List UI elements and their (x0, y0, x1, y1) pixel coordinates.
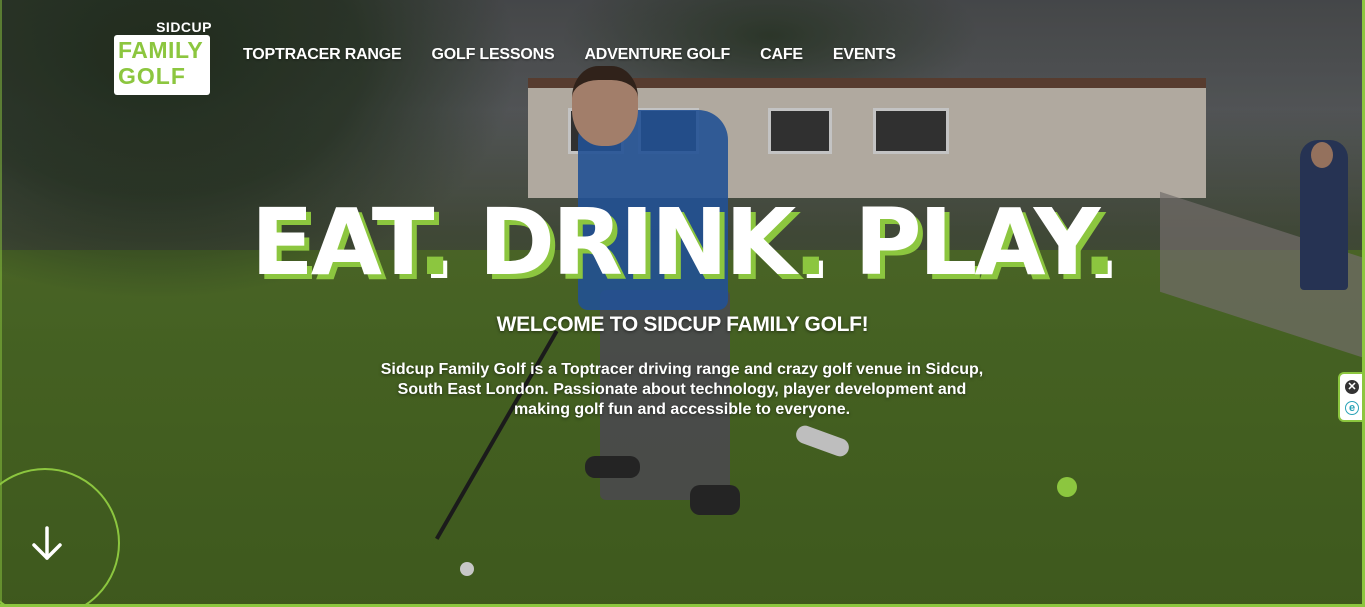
arrow-down-icon[interactable] (30, 524, 64, 564)
nav-item-adventure-golf[interactable]: ADVENTURE GOLF (584, 46, 730, 64)
nav-item-cafe[interactable]: CAFE (760, 46, 803, 64)
welcome-heading: WELCOME TO SIDCUP FAMILY GOLF! (496, 313, 869, 336)
nav-item-toptracer-range[interactable]: TOPTRACER RANGE (243, 46, 402, 64)
decorative-dot (1057, 477, 1077, 497)
hero-headline: EAT. DRINK. PLAY. (0, 188, 1365, 298)
close-icon[interactable]: ✕ (1345, 380, 1359, 394)
headline-word-play: PLAY (854, 189, 1085, 296)
logo-sidcup: SIDCUP (156, 19, 212, 35)
main-nav: TOPTRACER RANGE GOLF LESSONS ADVENTURE G… (243, 46, 926, 64)
headline-word-eat: EAT (250, 189, 421, 296)
intro-paragraph: Sidcup Family Golf is a Toptracer drivin… (380, 361, 984, 418)
headline-dot: . (1082, 189, 1117, 296)
hero-section: SIDCUP FAMILY GOLF TOPTRACER RANGE GOLF … (0, 0, 1365, 607)
nav-item-events[interactable]: EVENTS (833, 46, 896, 64)
headline-text: EAT. DRINK. PLAY. (0, 188, 1365, 298)
headline-dot: . (417, 189, 453, 296)
e-icon[interactable]: e (1345, 401, 1359, 415)
site-logo[interactable]: SIDCUP FAMILY GOLF (114, 19, 214, 97)
headline-word-drink: DRINK (478, 189, 797, 296)
accessibility-widget: ✕ e (1338, 372, 1365, 422)
frame-border-left (0, 0, 2, 607)
headline-dot: . (793, 189, 828, 296)
logo-golf: GOLF (118, 63, 186, 89)
nav-item-golf-lessons[interactable]: GOLF LESSONS (432, 46, 555, 64)
logo-family: FAMILY (118, 37, 204, 63)
